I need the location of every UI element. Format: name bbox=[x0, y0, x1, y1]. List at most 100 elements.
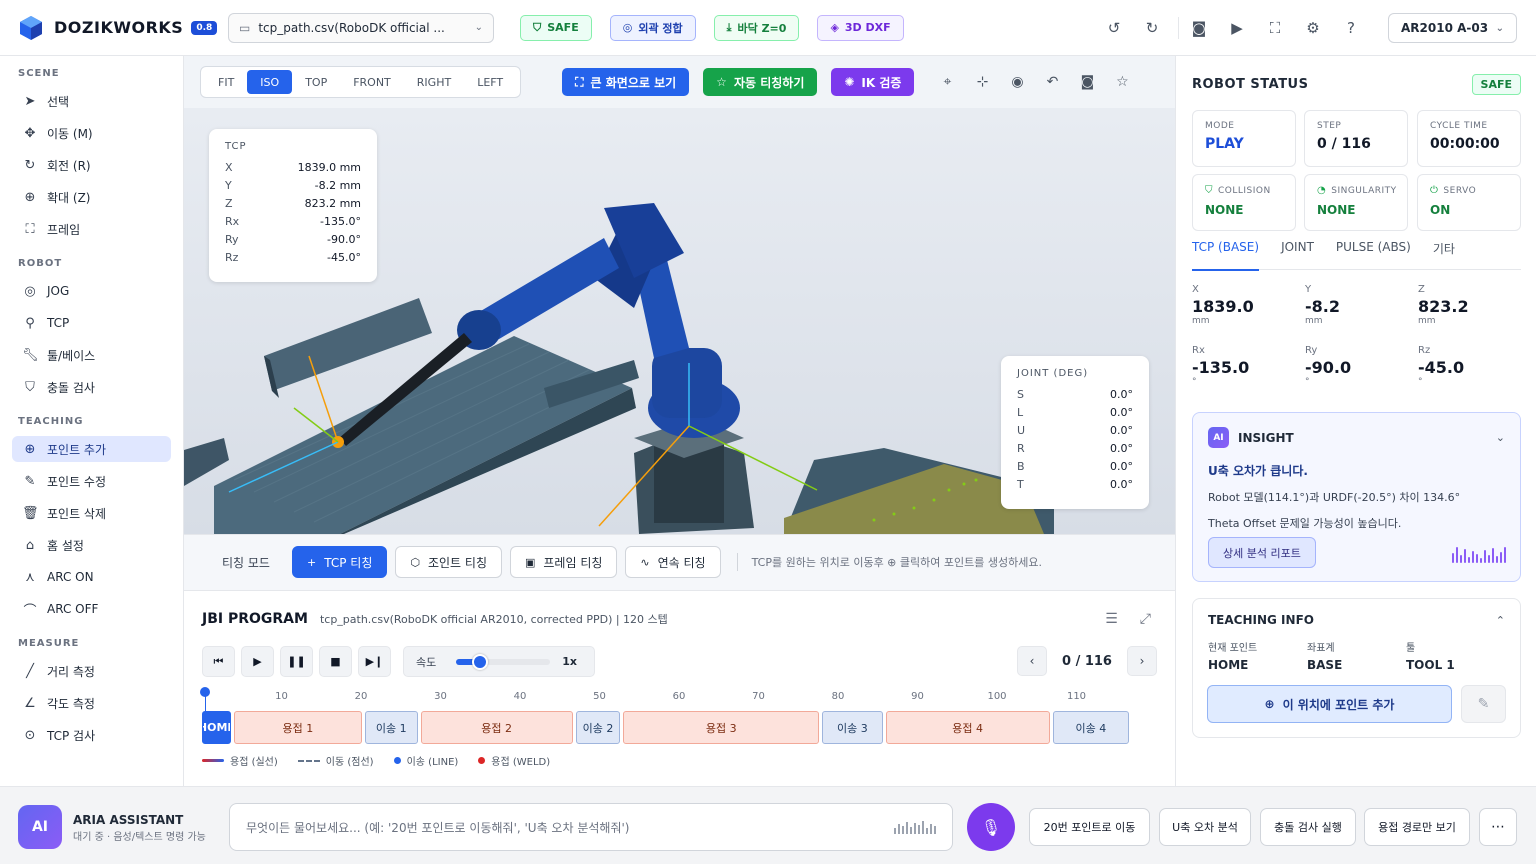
tool-select[interactable]: ➤ 선택 bbox=[12, 88, 171, 114]
redo-icon[interactable]: ↻ bbox=[1138, 15, 1166, 41]
tcp-teach-button[interactable]: + TCP 티칭 bbox=[292, 546, 388, 578]
view-top[interactable]: TOP bbox=[292, 70, 340, 94]
timeline-segment-weld[interactable]: 용접 2 bbox=[420, 711, 573, 744]
fullscreen-icon[interactable]: ⛶ bbox=[1261, 15, 1289, 41]
speed-control: 속도 1x bbox=[403, 646, 595, 677]
camera-icon[interactable]: ◙ bbox=[1072, 68, 1102, 96]
skip-back-button[interactable]: ⏮ bbox=[202, 646, 235, 677]
quick-u-axis-button[interactable]: U축 오차 분석 bbox=[1159, 808, 1251, 846]
measure-angle[interactable]: ∠ 각도 측정 bbox=[12, 690, 171, 716]
camera-icon[interactable]: ◙ bbox=[1185, 15, 1213, 41]
step-pager: ‹ 0 / 116 › bbox=[1017, 646, 1157, 676]
add-point-here-button[interactable]: ⊕ 이 위치에 포인트 추가 bbox=[1207, 685, 1452, 723]
crosshair-icon[interactable]: ⌖ bbox=[932, 68, 962, 96]
teach-delete-point[interactable]: 🗑︎ 포인트 삭제 bbox=[12, 500, 171, 526]
coord-z: Z 823.2 mm bbox=[1418, 284, 1518, 326]
joint-value: 0.0° bbox=[1110, 405, 1133, 419]
teach-home[interactable]: ⌂ 홈 설정 bbox=[12, 532, 171, 558]
quick-move-point-button[interactable]: 20번 포인트로 이동 bbox=[1029, 808, 1150, 846]
tab-pulse[interactable]: PULSE (ABS) bbox=[1336, 240, 1411, 270]
star-icon[interactable]: ☆ bbox=[1107, 68, 1137, 96]
tool-zoom[interactable]: ⊕ 확대 (Z) bbox=[12, 184, 171, 210]
timeline-segment-weld[interactable]: 용접 3 bbox=[623, 711, 820, 744]
tab-etc[interactable]: 기타 bbox=[1433, 240, 1455, 270]
joint-teach-button[interactable]: ⬡ 조인트 티칭 bbox=[395, 546, 502, 578]
continuous-teach-button[interactable]: ∿ 연속 티칭 bbox=[625, 546, 721, 578]
fullscreen-view-button[interactable]: ⛶ 큰 화면으로 보기 bbox=[562, 68, 690, 96]
tool-rotate[interactable]: ↻ 회전 (R) bbox=[12, 152, 171, 178]
step-forward-button[interactable]: ▶❙ bbox=[358, 646, 391, 677]
timeline-segment-move[interactable]: 이송 3 bbox=[822, 711, 883, 744]
teach-arc-on[interactable]: ⋏ ARC ON bbox=[12, 564, 171, 590]
assistant-status: 대기 중 · 음성/텍스트 명령 가능 bbox=[73, 832, 206, 843]
timeline-segment-home[interactable]: HOME bbox=[202, 711, 231, 744]
teach-add-point[interactable]: ⊕ 포인트 추가 bbox=[12, 436, 171, 462]
prev-step-button[interactable]: ‹ bbox=[1017, 646, 1047, 676]
ik-check-button[interactable]: ✺ IK 검증 bbox=[831, 68, 915, 96]
outline-align-button[interactable]: ◎ 외곽 정합 bbox=[609, 14, 696, 41]
safe-badge[interactable]: ⛉ SAFE bbox=[520, 14, 592, 41]
expand-icon[interactable]: ⤢ bbox=[1140, 611, 1151, 627]
view-front[interactable]: FRONT bbox=[340, 70, 404, 94]
speed-slider[interactable] bbox=[456, 653, 551, 670]
tab-tcp-base[interactable]: TCP (BASE) bbox=[1192, 240, 1260, 271]
robot-select[interactable]: AR2010 A-03 ⌄ bbox=[1388, 13, 1517, 43]
help-icon[interactable]: ? bbox=[1337, 15, 1365, 41]
robot-tool-base[interactable]: 🔧︎ 툴/베이스 bbox=[12, 342, 171, 368]
gear-icon[interactable]: ⚙ bbox=[1299, 15, 1327, 41]
pause-button[interactable]: ❚❚ bbox=[280, 646, 313, 677]
file-select[interactable]: ▭ tcp_path.csv(RoboDK official ... ⌄ bbox=[228, 12, 494, 43]
teach-edit-point[interactable]: ✎ 포인트 수정 bbox=[12, 468, 171, 494]
tool-label: 툴/베이스 bbox=[47, 348, 96, 363]
frame-teach-button[interactable]: ▣ 프레임 티칭 bbox=[509, 546, 618, 578]
quick-weld-path-button[interactable]: 용접 경로만 보기 bbox=[1364, 808, 1470, 846]
undo-icon[interactable]: ↺ bbox=[1100, 15, 1128, 41]
insight-card: AI INSIGHT ⌄ U축 오차가 큽니다. Robot 모델(114.1°… bbox=[1192, 412, 1521, 582]
joint-value: 0.0° bbox=[1110, 477, 1133, 491]
eye-icon[interactable]: ◉ bbox=[1002, 68, 1032, 96]
next-step-button[interactable]: › bbox=[1127, 646, 1157, 676]
timeline-segment-move[interactable]: 이송 1 bbox=[364, 711, 418, 744]
stop-button[interactable]: ■ bbox=[319, 646, 352, 677]
timeline-segment-weld[interactable]: 용접 4 bbox=[885, 711, 1050, 744]
home-icon: ⌂ bbox=[25, 537, 35, 553]
floor-z-button[interactable]: ⤓ 바닥 Z=0 bbox=[713, 14, 800, 41]
robot-tcp[interactable]: ⚲ TCP bbox=[12, 310, 171, 336]
program-timeline[interactable]: 10 20 30 40 50 60 70 80 90 100 110 HOME용접 1이송 1용접 2… bbox=[200, 687, 1158, 747]
card-value: 0 / 116 bbox=[1317, 136, 1371, 152]
teach-arc-off[interactable]: ⌒ ARC OFF bbox=[12, 596, 171, 622]
detail-report-button[interactable]: 상세 분석 리포트 bbox=[1208, 537, 1316, 568]
mic-button[interactable]: 🎙︎ bbox=[967, 803, 1015, 851]
dxf-button[interactable]: ◈ 3D DXF bbox=[817, 14, 904, 41]
edit-point-button[interactable]: ✎ bbox=[1461, 685, 1506, 723]
target-icon[interactable]: ⊹ bbox=[967, 68, 997, 96]
view-fit[interactable]: FIT bbox=[205, 70, 247, 94]
tool-move[interactable]: ✥ 이동 (M) bbox=[12, 120, 171, 146]
view-left[interactable]: LEFT bbox=[464, 70, 516, 94]
auto-teach-button[interactable]: ☆ 자동 티칭하기 bbox=[703, 68, 818, 96]
play-button[interactable]: ▶ bbox=[241, 646, 274, 677]
chevron-up-icon[interactable]: ⌃ bbox=[1496, 614, 1505, 627]
video-icon[interactable]: ▶ bbox=[1223, 15, 1251, 41]
undo-icon[interactable]: ↶ bbox=[1037, 68, 1067, 96]
tool-frame[interactable]: ⛶ 프레임 bbox=[12, 216, 171, 242]
speed-knob[interactable] bbox=[471, 653, 488, 670]
measure-distance[interactable]: ╱ 거리 측정 bbox=[12, 658, 171, 684]
playhead[interactable] bbox=[200, 687, 210, 697]
measure-tcp[interactable]: ⊙ TCP 검사 bbox=[12, 722, 171, 748]
insight-headline: U축 오차가 큽니다. bbox=[1208, 464, 1308, 478]
view-iso[interactable]: ISO bbox=[247, 70, 293, 94]
more-button[interactable]: ⋯ bbox=[1479, 808, 1517, 846]
menu-icon[interactable]: ☰ bbox=[1105, 611, 1118, 627]
timeline-segment-move[interactable]: 이송 4 bbox=[1052, 711, 1130, 744]
quick-collision-button[interactable]: 충돌 검사 실행 bbox=[1260, 808, 1356, 846]
tab-joint[interactable]: JOINT bbox=[1281, 240, 1314, 270]
view-right[interactable]: RIGHT bbox=[404, 70, 464, 94]
assistant-input[interactable]: 무엇이든 물어보세요... (예: '20번 포인트로 이동해줘', 'U축 오… bbox=[229, 803, 953, 851]
robot-collision[interactable]: ⛉ 충돌 검사 bbox=[12, 374, 171, 400]
timeline-segment-move[interactable]: 이송 2 bbox=[575, 711, 621, 744]
chevron-down-icon[interactable]: ⌄ bbox=[1496, 431, 1505, 444]
timeline-segment-weld[interactable]: 용접 1 bbox=[233, 711, 362, 744]
chevron-left-icon: ‹ bbox=[1029, 654, 1035, 668]
robot-jog[interactable]: ◎ JOG bbox=[12, 278, 171, 304]
